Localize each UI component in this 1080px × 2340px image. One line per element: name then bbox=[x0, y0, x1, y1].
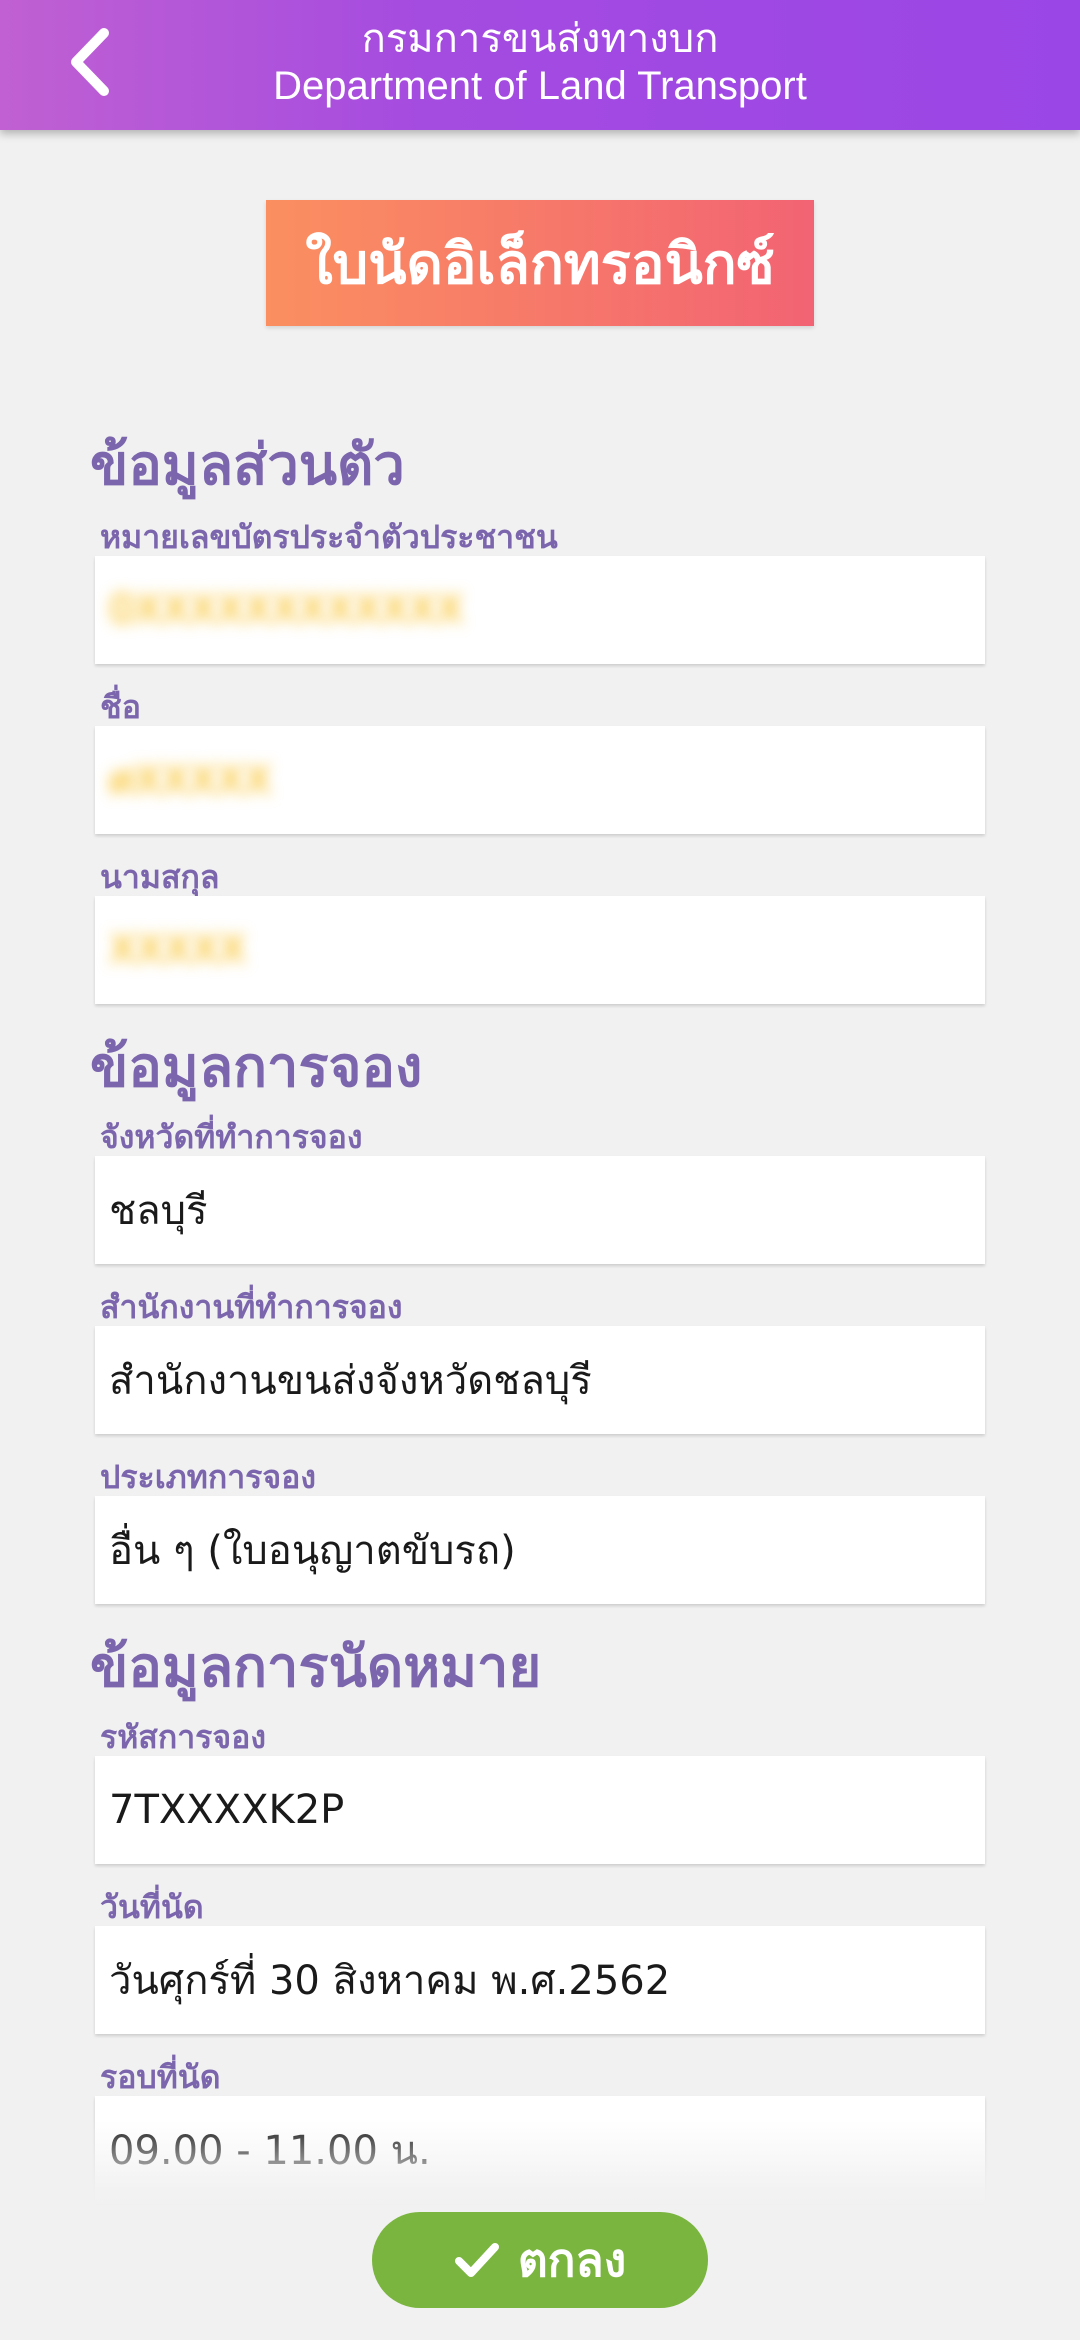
section-title-personal: ข้อมูลส่วนตัว bbox=[90, 433, 405, 498]
surname-value: XXXXX bbox=[109, 927, 247, 973]
document-title-banner: ใบนัดอิเล็กทรอนิกซ์ bbox=[266, 200, 814, 326]
id-number-value: 0XXXXXXXXXXXX bbox=[109, 587, 464, 633]
booking-code-field: 7TXXXXK2P bbox=[95, 1756, 985, 1864]
app-header: กรมการขนส่งทางบก Department of Land Tran… bbox=[0, 0, 1080, 130]
ok-button[interactable]: ตกลง bbox=[372, 2212, 708, 2308]
header-title-thai: กรมการขนส่งทางบก bbox=[361, 16, 719, 62]
appointment-date-field: วันศุกร์ที่ 30 สิงหาคม พ.ศ.2562 bbox=[95, 1926, 985, 2034]
province-field: ชลบุรี bbox=[95, 1156, 985, 1264]
header-title-english: Department of Land Transport bbox=[273, 64, 807, 108]
booking-type-field: อื่น ๆ (ใบอนุญาตขับรถ) bbox=[95, 1496, 985, 1604]
appointment-round-field: 09.00 - 11.00 น. bbox=[95, 2096, 985, 2204]
id-number-field: 0XXXXXXXXXXXX bbox=[95, 556, 985, 664]
surname-field: XXXXX bbox=[95, 896, 985, 1004]
ok-button-label: ตกลง bbox=[517, 2232, 627, 2287]
section-title-appointment: ข้อมูลการนัดหมาย bbox=[90, 1635, 542, 1700]
name-value: ศXXXXX bbox=[109, 758, 272, 804]
section-title-booking: ข้อมูลการจอง bbox=[90, 1035, 423, 1100]
office-field: สำนักงานขนส่งจังหวัดชลบุรี bbox=[95, 1326, 985, 1434]
name-field: ศXXXXX bbox=[95, 726, 985, 834]
check-icon bbox=[454, 2243, 499, 2277]
booking-code-value: 7TXXXXK2P bbox=[109, 1787, 345, 1833]
